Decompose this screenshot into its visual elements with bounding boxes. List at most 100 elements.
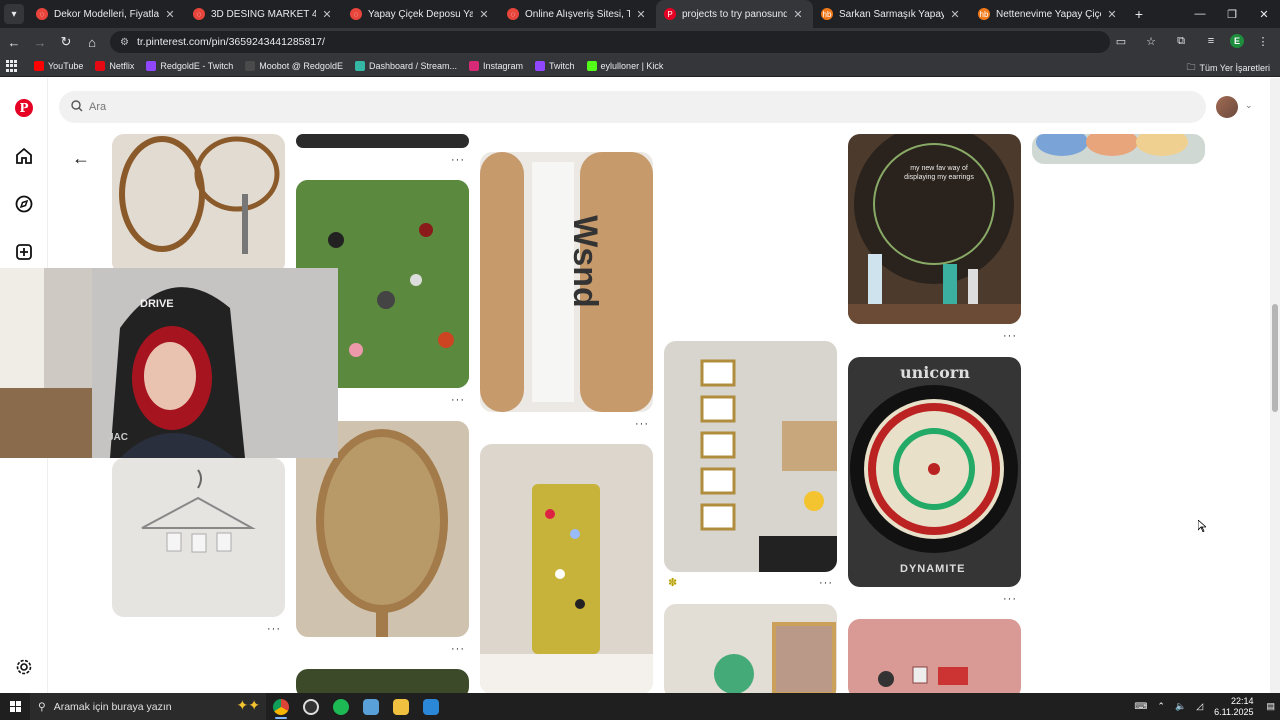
browser-tab[interactable]: ◌ Online Alışveriş Sitesi, Türkiye'n ✕ xyxy=(499,0,656,28)
new-tab-button[interactable]: + xyxy=(1127,6,1151,22)
more-options-icon[interactable]: ··· xyxy=(635,418,649,430)
browser-tab[interactable]: ◌ 3D DESİNG MARKET 4'Lü Banyo ✕ xyxy=(185,0,342,28)
tab-favicon-icon: ◌ xyxy=(36,8,48,20)
network-icon[interactable]: ◿ xyxy=(1196,701,1203,712)
browser-tab[interactable]: hb Nettenevime Yapay Çiçek Sarka ✕ xyxy=(970,0,1127,28)
pinterest-logo[interactable]: P xyxy=(14,98,34,118)
close-window-icon[interactable]: ✕ xyxy=(1248,0,1280,28)
bookmark-favicon-icon xyxy=(95,61,106,71)
home-browser-icon[interactable]: ⌂ xyxy=(80,30,104,54)
tab-title: Yapay Çiçek Deposu Yapay Çiç xyxy=(368,8,473,20)
mouse-cursor-icon xyxy=(1198,520,1206,532)
tab-close-icon[interactable]: ✕ xyxy=(163,8,177,21)
bookmark-item[interactable]: Instagram xyxy=(469,61,523,71)
back-arrow-icon[interactable]: ← xyxy=(72,148,90,169)
keyboard-icon[interactable]: ⌨ xyxy=(1134,701,1147,712)
settings-icon[interactable] xyxy=(14,657,34,677)
browser-tab[interactable]: hb Sarkan Sarmaşık Yapay Fiyatları ✕ xyxy=(813,0,970,28)
url-text: tr.pinterest.com/pin/3659243441285817/ xyxy=(136,36,325,48)
bookmark-item[interactable]: RedgoldE - Twitch xyxy=(146,61,233,71)
bookmark-favicon-icon xyxy=(469,61,479,71)
more-options-icon[interactable]: ··· xyxy=(267,623,281,635)
chrome-taskbar-icon[interactable] xyxy=(266,693,296,720)
pin-card[interactable] xyxy=(296,134,469,148)
speaker-icon[interactable]: 🔈 xyxy=(1175,701,1186,712)
more-options-icon[interactable]: ··· xyxy=(819,577,833,589)
bookmark-item[interactable]: Twitch xyxy=(535,61,575,71)
bookmark-label: Netflix xyxy=(109,61,135,71)
clock[interactable]: 22:14 6.11.2025 xyxy=(1214,696,1253,718)
bookmark-label: Moobot @ RedgoldE xyxy=(259,61,343,71)
tab-close-icon[interactable]: ✕ xyxy=(948,8,962,21)
bookmark-item[interactable]: YouTube xyxy=(34,61,83,71)
create-icon[interactable] xyxy=(14,242,34,262)
tab-title: projects to try panosundaki Pin xyxy=(682,8,787,20)
more-options-icon[interactable]: ··· xyxy=(451,154,465,166)
tab-close-icon[interactable]: ✕ xyxy=(320,8,334,21)
site-info-icon[interactable]: ⚙ xyxy=(120,37,129,48)
restore-icon[interactable]: ❐ xyxy=(1216,0,1248,28)
browser-tab[interactable]: ◌ Dekor Modelleri, Fiyatları - Tren ✕ xyxy=(28,0,185,28)
profile-avatar[interactable]: E xyxy=(1230,34,1244,48)
store-taskbar-icon[interactable] xyxy=(416,693,446,720)
taskbar-search-input[interactable]: ⚲ Aramak için buraya yazın ✦✦ xyxy=(30,693,266,720)
bookmark-label: Dashboard / Stream... xyxy=(368,61,457,71)
scrollbar-thumb[interactable] xyxy=(1272,304,1278,412)
chevron-down-icon[interactable]: ⌄ xyxy=(1245,100,1253,111)
file-explorer-taskbar-icon[interactable] xyxy=(386,693,416,720)
media-icon[interactable]: ≡ xyxy=(1200,30,1222,52)
pin-card[interactable] xyxy=(296,669,469,693)
pin-card[interactable] xyxy=(480,444,653,693)
pin-card[interactable] xyxy=(112,134,285,274)
apps-grid-icon[interactable] xyxy=(6,60,18,72)
browser-tab[interactable]: Pprojects to try panosundaki Pin ✕ xyxy=(656,0,813,28)
app-taskbar-icon[interactable] xyxy=(356,693,386,720)
browser-menu-icon[interactable]: ⋮ xyxy=(1252,30,1274,52)
pin-card[interactable]: Wsnd xyxy=(480,152,653,412)
back-icon[interactable]: ← xyxy=(2,30,26,54)
bookmark-item[interactable]: Netflix xyxy=(95,61,134,71)
bookmark-item[interactable]: Dashboard / Stream... xyxy=(354,61,457,71)
minimize-icon[interactable]: — xyxy=(1184,0,1216,28)
bookmark-star-icon[interactable]: ☆ xyxy=(1140,30,1162,52)
pin-card[interactable] xyxy=(1032,134,1205,164)
notifications-icon[interactable]: ▤ xyxy=(1266,701,1275,712)
bookmarks-bar: YouTube Netflix RedgoldE - Twitch Moobot @ … xyxy=(0,56,1280,77)
chevron-up-icon[interactable]: ⌃ xyxy=(1157,701,1165,712)
bookmark-item[interactable]: Moobot @ RedgoldE xyxy=(245,61,343,71)
more-options-icon[interactable]: ··· xyxy=(1003,330,1017,342)
tab-close-icon[interactable]: ✕ xyxy=(791,8,805,21)
browser-tab[interactable]: ◌ Yapay Çiçek Deposu Yapay Çiç ✕ xyxy=(342,0,499,28)
obs-taskbar-icon[interactable] xyxy=(296,693,326,720)
pin-card[interactable] xyxy=(664,604,837,693)
forward-icon[interactable]: → xyxy=(28,30,52,54)
more-options-icon[interactable]: ··· xyxy=(1003,593,1017,605)
bookmark-favicon-icon xyxy=(535,61,546,71)
bookmark-favicon-icon xyxy=(146,61,157,71)
tab-close-icon[interactable]: ✕ xyxy=(634,8,648,21)
tab-close-icon[interactable]: ✕ xyxy=(1105,8,1119,21)
more-options-icon[interactable]: ··· xyxy=(451,643,465,655)
pin-card[interactable]: unicorn DYNAMITE xyxy=(848,357,1021,587)
reload-icon[interactable]: ↻ xyxy=(54,30,78,54)
bookmark-item[interactable]: eylulloner | Kick xyxy=(586,61,663,71)
address-bar[interactable]: ⚙ tr.pinterest.com/pin/3659243441285817/ xyxy=(110,31,1110,53)
tab-search-menu-icon[interactable]: ▾ xyxy=(4,4,24,24)
more-options-icon[interactable]: ··· xyxy=(451,394,465,406)
tab-favicon-icon: hb xyxy=(978,8,990,20)
home-icon[interactable] xyxy=(14,146,34,166)
sparkle-emoji: ✽ xyxy=(668,577,678,589)
pin-card[interactable]: my new fav way of displaying my earrings xyxy=(848,134,1021,324)
spotify-taskbar-icon[interactable] xyxy=(326,693,356,720)
extensions-icon[interactable]: ⧉ xyxy=(1170,30,1192,52)
explore-icon[interactable] xyxy=(14,194,34,214)
cast-icon[interactable]: ▭ xyxy=(1110,30,1132,52)
search-input[interactable]: Ara xyxy=(59,91,1206,123)
pin-card[interactable] xyxy=(112,458,285,617)
tab-close-icon[interactable]: ✕ xyxy=(477,8,491,21)
pin-card[interactable] xyxy=(664,341,837,572)
user-avatar[interactable] xyxy=(1216,96,1238,118)
pin-card[interactable] xyxy=(848,619,1021,693)
all-bookmarks[interactable]: 🗀 Tüm Yer İşaretleri xyxy=(1186,60,1270,76)
windows-start-icon[interactable] xyxy=(0,693,30,720)
